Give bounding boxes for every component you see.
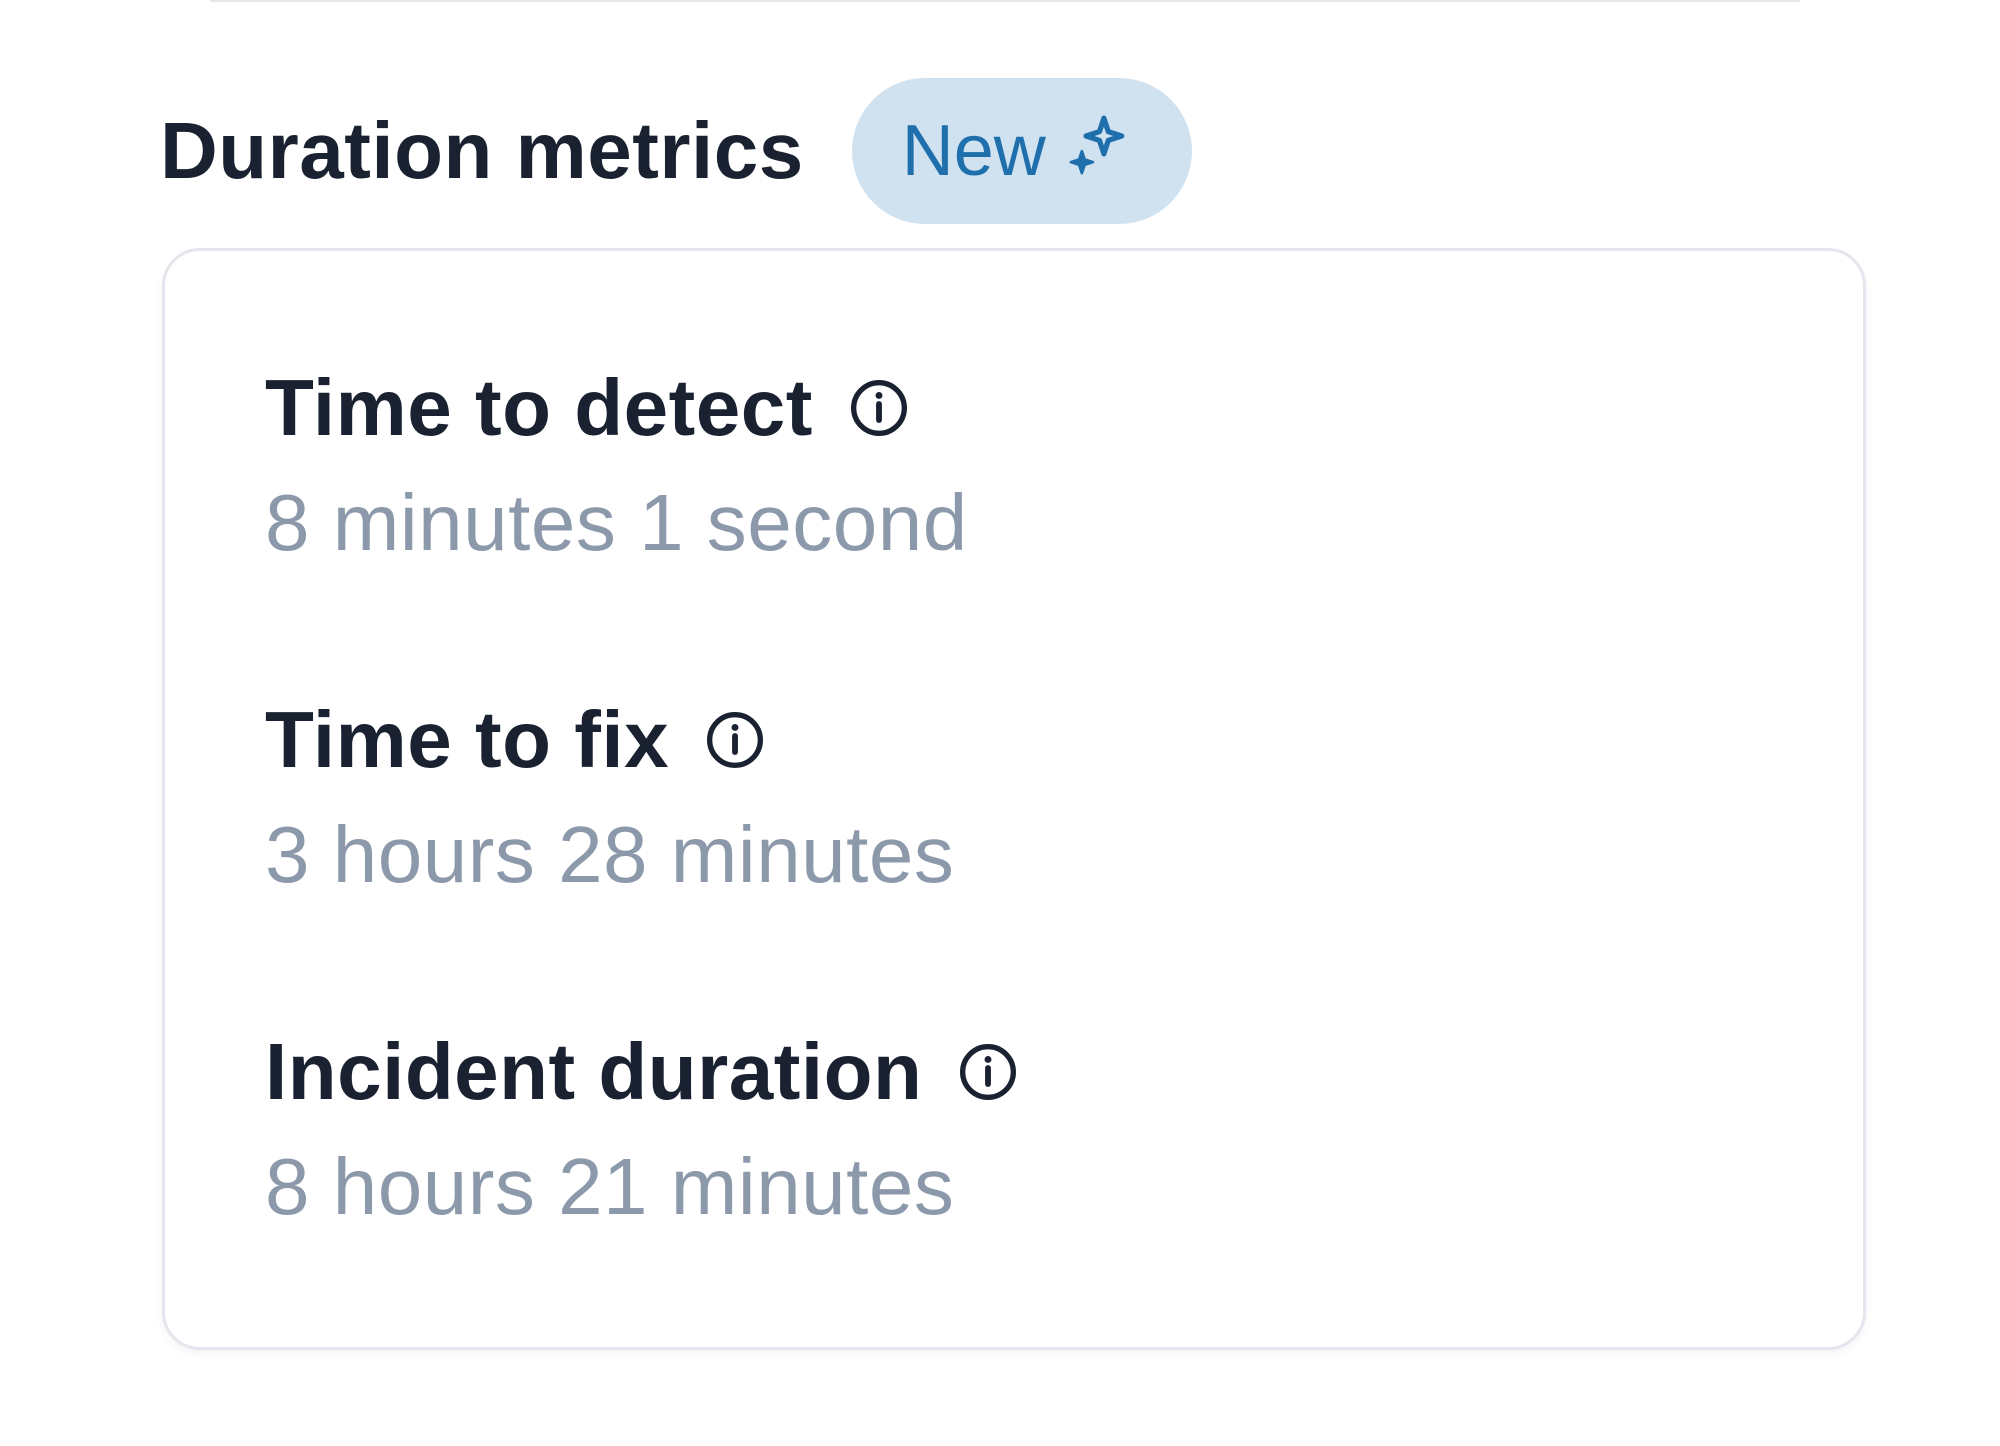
- metric-label: Time to detect: [265, 363, 813, 452]
- info-icon[interactable]: [847, 376, 911, 440]
- metric-incident-duration: Incident duration 8 hours 21 minutes: [265, 1027, 1020, 1227]
- metric-label: Incident duration: [265, 1027, 923, 1116]
- section-title: Duration metrics: [160, 106, 804, 195]
- sparkle-icon: [1064, 114, 1130, 180]
- metric-value: 8 hours 21 minutes: [265, 1142, 955, 1231]
- section-header: Duration metrics New: [160, 78, 1192, 224]
- info-icon[interactable]: [703, 708, 767, 772]
- info-icon[interactable]: [956, 1040, 1020, 1104]
- badge-label: New: [901, 111, 1046, 191]
- new-badge: New: [851, 78, 1192, 224]
- metric-time-to-detect: Time to detect 8 minutes 1 second: [265, 363, 968, 563]
- metric-label: Time to fix: [265, 695, 670, 784]
- metric-value: 3 hours 28 minutes: [265, 810, 955, 899]
- top-divider: [210, 0, 1800, 2]
- duration-metrics-card: Time to detect 8 minutes 1 second Time t…: [162, 248, 1866, 1350]
- metric-time-to-fix: Time to fix 3 hours 28 minutes: [265, 695, 954, 895]
- metric-value: 8 minutes 1 second: [265, 478, 968, 567]
